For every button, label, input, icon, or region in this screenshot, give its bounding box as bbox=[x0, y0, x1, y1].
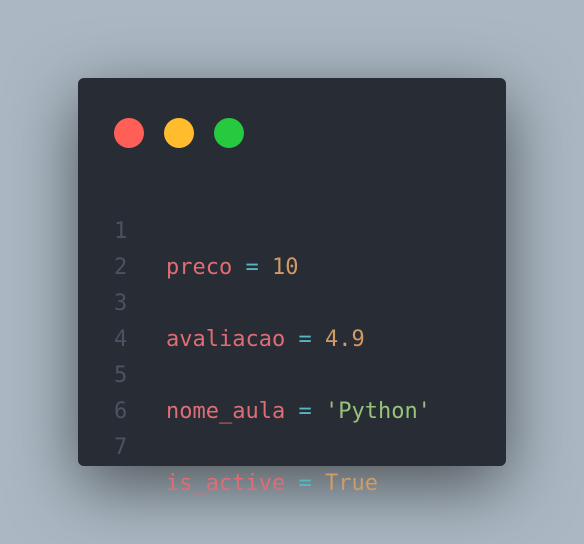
line-number: 7 bbox=[114, 435, 128, 460]
code-line: 4 bbox=[78, 286, 506, 352]
code-window: 1 preco = 10 2 3 avaliacao = 4.9 4 5 nom… bbox=[78, 78, 506, 496]
code-line: 1 preco = 10 bbox=[78, 178, 506, 280]
code-line: 3 avaliacao = 4.9 bbox=[78, 250, 506, 352]
minimize-window-dot[interactable] bbox=[164, 118, 194, 148]
maximize-window-dot[interactable] bbox=[214, 118, 244, 148]
code-line: 7 is_active = True bbox=[78, 394, 506, 496]
boolean-literal: True bbox=[324, 471, 378, 496]
close-window-dot[interactable] bbox=[114, 118, 144, 148]
code-line: 6 bbox=[78, 358, 506, 424]
code-block: 1 preco = 10 2 3 avaliacao = 4.9 4 5 nom… bbox=[78, 178, 506, 496]
assignment-operator: = bbox=[298, 471, 312, 496]
code-content: is_active = True bbox=[166, 466, 378, 502]
code-line: 5 nome_aula = 'Python' bbox=[78, 322, 506, 424]
code-line: 2 bbox=[78, 214, 506, 280]
variable-name: is_active bbox=[166, 471, 286, 496]
